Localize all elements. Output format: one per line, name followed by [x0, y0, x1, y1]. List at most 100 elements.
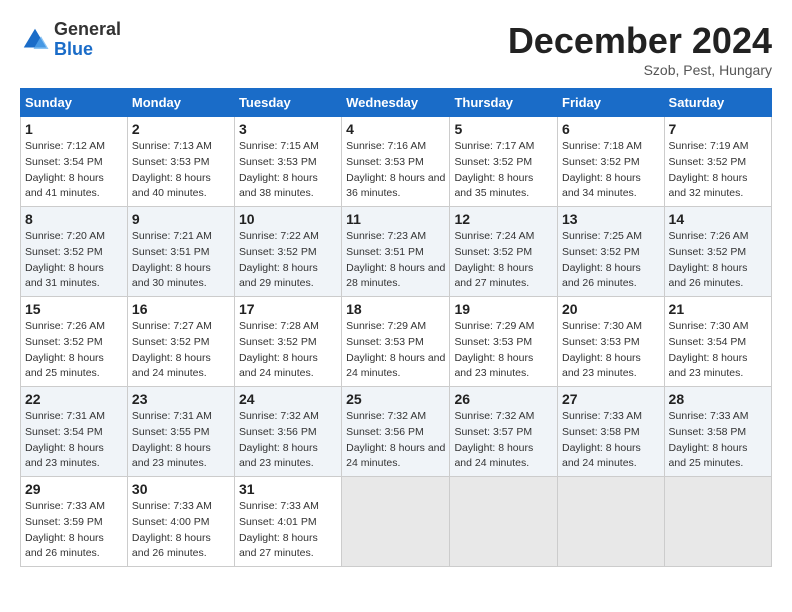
day-number: 21 [669, 301, 767, 317]
day-number: 15 [25, 301, 123, 317]
page-header: General Blue December 2024 Szob, Pest, H… [20, 20, 772, 78]
day-info: Sunrise: 7:30 AMSunset: 3:54 PMDaylight:… [669, 319, 767, 382]
logo-text: General Blue [54, 20, 121, 60]
calendar-cell: 20Sunrise: 7:30 AMSunset: 3:53 PMDayligh… [558, 297, 665, 387]
calendar-cell: 30 Sunrise: 7:33 AMSunset: 4:00 PMDayligh… [127, 477, 234, 567]
location: Szob, Pest, Hungary [508, 62, 772, 78]
day-info: Sunrise: 7:20 AMSunset: 3:52 PMDaylight:… [25, 229, 123, 292]
calendar-cell: 24 Sunrise: 7:32 AMSunset: 3:56 PMDayligh… [234, 387, 341, 477]
month-title: December 2024 [508, 20, 772, 62]
day-number: 26 [454, 391, 553, 407]
calendar-cell: 25 Sunrise: 7:32 AMSunset: 3:56 PMDayligh… [342, 387, 450, 477]
day-header-wednesday: Wednesday [342, 89, 450, 117]
day-info: Sunrise: 7:31 AMSunset: 3:55 PMDaylight:… [132, 409, 230, 472]
day-number: 1 [25, 121, 123, 137]
day-number: 23 [132, 391, 230, 407]
day-number: 8 [25, 211, 123, 227]
calendar-cell [342, 477, 450, 567]
day-number: 25 [346, 391, 445, 407]
calendar-week-row: 15 Sunrise: 7:26 AMSunset: 3:52 PMDayligh… [21, 297, 772, 387]
day-number: 12 [454, 211, 553, 227]
day-number: 22 [25, 391, 123, 407]
day-info: Sunrise: 7:26 AMSunset: 3:52 PMDaylight:… [669, 229, 767, 292]
day-number: 27 [562, 391, 660, 407]
day-info: Sunrise: 7:16 AMSunset: 3:53 PMDaylight:… [346, 139, 445, 202]
day-info: Sunrise: 7:29 AMSunset: 3:53 PMDaylight:… [454, 319, 553, 382]
day-header-thursday: Thursday [450, 89, 558, 117]
day-number: 4 [346, 121, 445, 137]
day-info: Sunrise: 7:27 AMSunset: 3:52 PMDaylight:… [132, 319, 230, 382]
calendar-table: SundayMondayTuesdayWednesdayThursdayFrid… [20, 88, 772, 567]
day-number: 14 [669, 211, 767, 227]
day-number: 3 [239, 121, 337, 137]
calendar-cell: 27Sunrise: 7:33 AMSunset: 3:58 PMDayligh… [558, 387, 665, 477]
day-number: 16 [132, 301, 230, 317]
calendar-cell: 18Sunrise: 7:29 AMSunset: 3:53 PMDayligh… [342, 297, 450, 387]
day-number: 24 [239, 391, 337, 407]
day-header-monday: Monday [127, 89, 234, 117]
calendar-cell: 3Sunrise: 7:15 AMSunset: 3:53 PMDaylight… [234, 117, 341, 207]
day-info: Sunrise: 7:33 AMSunset: 4:00 PMDaylight:… [132, 499, 230, 562]
calendar-cell: 1Sunrise: 7:12 AMSunset: 3:54 PMDaylight… [21, 117, 128, 207]
day-info: Sunrise: 7:33 AMSunset: 3:59 PMDaylight:… [25, 499, 123, 562]
calendar-cell: 4 Sunrise: 7:16 AMSunset: 3:53 PMDaylight… [342, 117, 450, 207]
calendar-cell: 5Sunrise: 7:17 AMSunset: 3:52 PMDaylight… [450, 117, 558, 207]
calendar-cell: 23 Sunrise: 7:31 AMSunset: 3:55 PMDayligh… [127, 387, 234, 477]
calendar-cell: 12 Sunrise: 7:24 AMSunset: 3:52 PMDayligh… [450, 207, 558, 297]
day-info: Sunrise: 7:33 AMSunset: 4:01 PMDaylight:… [239, 499, 337, 562]
calendar-cell: 14 Sunrise: 7:26 AMSunset: 3:52 PMDayligh… [664, 207, 771, 297]
logo: General Blue [20, 20, 121, 60]
calendar-cell: 8 Sunrise: 7:20 AMSunset: 3:52 PMDaylight… [21, 207, 128, 297]
logo-blue: Blue [54, 39, 93, 59]
day-number: 9 [132, 211, 230, 227]
day-number: 10 [239, 211, 337, 227]
calendar-cell [450, 477, 558, 567]
day-info: Sunrise: 7:28 AMSunset: 3:52 PMDaylight:… [239, 319, 337, 382]
day-number: 6 [562, 121, 660, 137]
title-block: December 2024 Szob, Pest, Hungary [508, 20, 772, 78]
day-info: Sunrise: 7:33 AMSunset: 3:58 PMDaylight:… [669, 409, 767, 472]
day-info: Sunrise: 7:25 AMSunset: 3:52 PMDaylight:… [562, 229, 660, 292]
calendar-cell: 11Sunrise: 7:23 AMSunset: 3:51 PMDayligh… [342, 207, 450, 297]
day-info: Sunrise: 7:18 AMSunset: 3:52 PMDaylight:… [562, 139, 660, 202]
calendar-cell: 9 Sunrise: 7:21 AMSunset: 3:51 PMDaylight… [127, 207, 234, 297]
day-number: 13 [562, 211, 660, 227]
day-info: Sunrise: 7:32 AMSunset: 3:57 PMDaylight:… [454, 409, 553, 472]
day-info: Sunrise: 7:22 AMSunset: 3:52 PMDaylight:… [239, 229, 337, 292]
day-info: Sunrise: 7:31 AMSunset: 3:54 PMDaylight:… [25, 409, 123, 472]
day-info: Sunrise: 7:21 AMSunset: 3:51 PMDaylight:… [132, 229, 230, 292]
calendar-cell: 2Sunrise: 7:13 AMSunset: 3:53 PMDaylight… [127, 117, 234, 207]
calendar-cell: 28Sunrise: 7:33 AMSunset: 3:58 PMDayligh… [664, 387, 771, 477]
day-number: 31 [239, 481, 337, 497]
day-info: Sunrise: 7:32 AMSunset: 3:56 PMDaylight:… [346, 409, 445, 472]
day-info: Sunrise: 7:30 AMSunset: 3:53 PMDaylight:… [562, 319, 660, 382]
calendar-cell: 10 Sunrise: 7:22 AMSunset: 3:52 PMDayligh… [234, 207, 341, 297]
calendar-cell: 17 Sunrise: 7:28 AMSunset: 3:52 PMDayligh… [234, 297, 341, 387]
calendar-cell: 22 Sunrise: 7:31 AMSunset: 3:54 PMDayligh… [21, 387, 128, 477]
calendar-cell: 19 Sunrise: 7:29 AMSunset: 3:53 PMDayligh… [450, 297, 558, 387]
day-info: Sunrise: 7:26 AMSunset: 3:52 PMDaylight:… [25, 319, 123, 382]
day-number: 19 [454, 301, 553, 317]
day-info: Sunrise: 7:19 AMSunset: 3:52 PMDaylight:… [669, 139, 767, 202]
day-number: 30 [132, 481, 230, 497]
day-number: 17 [239, 301, 337, 317]
day-number: 5 [454, 121, 553, 137]
calendar-cell: 29 Sunrise: 7:33 AMSunset: 3:59 PMDayligh… [21, 477, 128, 567]
calendar-week-row: 1Sunrise: 7:12 AMSunset: 3:54 PMDaylight… [21, 117, 772, 207]
day-info: Sunrise: 7:32 AMSunset: 3:56 PMDaylight:… [239, 409, 337, 472]
calendar-cell: 26 Sunrise: 7:32 AMSunset: 3:57 PMDayligh… [450, 387, 558, 477]
day-number: 29 [25, 481, 123, 497]
day-header-friday: Friday [558, 89, 665, 117]
calendar-cell: 21 Sunrise: 7:30 AMSunset: 3:54 PMDayligh… [664, 297, 771, 387]
logo-general: General [54, 19, 121, 39]
calendar-cell [558, 477, 665, 567]
calendar-week-row: 8 Sunrise: 7:20 AMSunset: 3:52 PMDaylight… [21, 207, 772, 297]
calendar-cell: 13 Sunrise: 7:25 AMSunset: 3:52 PMDayligh… [558, 207, 665, 297]
day-header-sunday: Sunday [21, 89, 128, 117]
calendar-header-row: SundayMondayTuesdayWednesdayThursdayFrid… [21, 89, 772, 117]
calendar-cell: 15 Sunrise: 7:26 AMSunset: 3:52 PMDayligh… [21, 297, 128, 387]
calendar-week-row: 29 Sunrise: 7:33 AMSunset: 3:59 PMDayligh… [21, 477, 772, 567]
day-info: Sunrise: 7:23 AMSunset: 3:51 PMDaylight:… [346, 229, 445, 292]
day-info: Sunrise: 7:24 AMSunset: 3:52 PMDaylight:… [454, 229, 553, 292]
day-number: 7 [669, 121, 767, 137]
